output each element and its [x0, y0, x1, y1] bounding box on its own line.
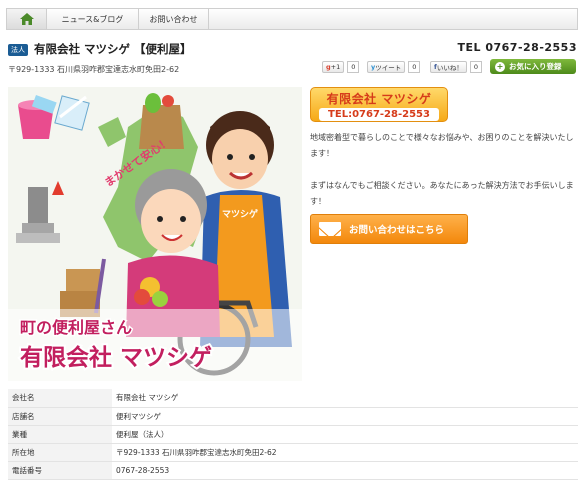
gplus-label: +1 [330, 63, 341, 71]
header-address: 〒929-1333 石川県羽咋郡宝達志水町免田2-62 [8, 65, 180, 74]
hero-caption-1: 町の便利屋さん [20, 318, 132, 337]
like-count: 0 [469, 61, 482, 73]
table-row: 会社名 有限会社 マツシゲ [8, 389, 578, 408]
home-icon [19, 13, 34, 25]
table-row: 所在地 〒929-1333 石川県羽咋郡宝達志水町免田2-62 [8, 443, 578, 462]
contact-button-label: お問い合わせはこちら [349, 225, 445, 236]
like-button[interactable]: f いいね！ [430, 61, 467, 73]
bucket-icon [18, 95, 57, 139]
info-key: 電話番号 [8, 461, 112, 480]
contact-button[interactable]: お問い合わせはこちら [310, 214, 468, 244]
tweet-widget: y ツイート 0 [367, 61, 421, 73]
window-icon [54, 95, 90, 131]
info-value: 便利マツシゲ [112, 407, 578, 426]
logo-name: 有限会社 マツシゲ [326, 92, 432, 106]
favorite-button[interactable]: + お気に入り登録 [490, 59, 576, 74]
nav-home[interactable] [7, 9, 47, 29]
hero-illustration: マツシゲ まかせて安心！ 町の便利屋さん 有限会社 マツシゲ [8, 87, 302, 381]
description-paragraph-1: 地域密着型で暮らしのことで様々なお悩みや、お困りのことを解決いたします！ [310, 133, 574, 158]
like-widget: f いいね！ 0 [430, 61, 482, 73]
mail-icon [319, 222, 341, 236]
info-value: 0767-28-2553 [112, 461, 578, 480]
gravestone-icon [16, 181, 64, 243]
table-row: 電話番号 0767-28-2553 [8, 461, 578, 480]
gplus-widget: g +1 0 [322, 61, 360, 73]
info-value: 〒929-1333 石川県羽咋郡宝達志水町免田2-62 [112, 443, 578, 462]
info-key: 店舗名 [8, 407, 112, 426]
like-label: いいね！ [436, 64, 463, 72]
hero-caption-2: 有限会社 マツシゲ [20, 344, 212, 371]
gplus-count: 0 [347, 61, 360, 73]
tweet-count: 0 [408, 61, 421, 73]
apron-text: マツシゲ [222, 208, 258, 220]
logo-tel: TEL:0767-28-2553 [319, 108, 439, 121]
top-nav: ニュース&ブログ お問い合わせ [6, 8, 578, 30]
info-key: 会社名 [8, 389, 112, 408]
boxes-icon [60, 258, 106, 317]
tweet-label: ツイート [375, 64, 402, 72]
gplus-button[interactable]: g +1 [322, 61, 345, 73]
nav-contact[interactable]: お問い合わせ [139, 9, 209, 29]
table-row: 業種 便利屋（法人） [8, 425, 578, 444]
info-value: 便利屋（法人） [112, 425, 578, 444]
table-row: 店舗名 便利マツシゲ [8, 407, 578, 426]
description: 地域密着型で暮らしのことで様々なお悩みや、お困りのことを解決いたします！ まずは… [310, 130, 578, 210]
info-key: 所在地 [8, 443, 112, 462]
company-logo: 有限会社 マツシゲ TEL:0767-28-2553 [310, 87, 448, 122]
company-info-table: 会社名 有限会社 マツシゲ 店舗名 便利マツシゲ 業種 便利屋（法人） 所在地 … [8, 389, 578, 480]
corporate-badge: 法人 [8, 44, 28, 56]
info-value: 有限会社 マツシゲ [112, 389, 578, 408]
header-tel: TEL 0767-28-2553 [457, 41, 577, 54]
page-title: 有限会社 マツシゲ 【便利屋】 [34, 42, 192, 56]
info-key: 業種 [8, 425, 112, 444]
nav-news-blog[interactable]: ニュース&ブログ [47, 9, 139, 29]
plus-icon: + [495, 61, 505, 72]
description-paragraph-2: まずはなんでもご相談ください。あなたにあった解決方法でお手伝いします！ [310, 181, 574, 206]
favorite-label: お気に入り登録 [509, 62, 562, 71]
tweet-button[interactable]: y ツイート [367, 61, 406, 73]
